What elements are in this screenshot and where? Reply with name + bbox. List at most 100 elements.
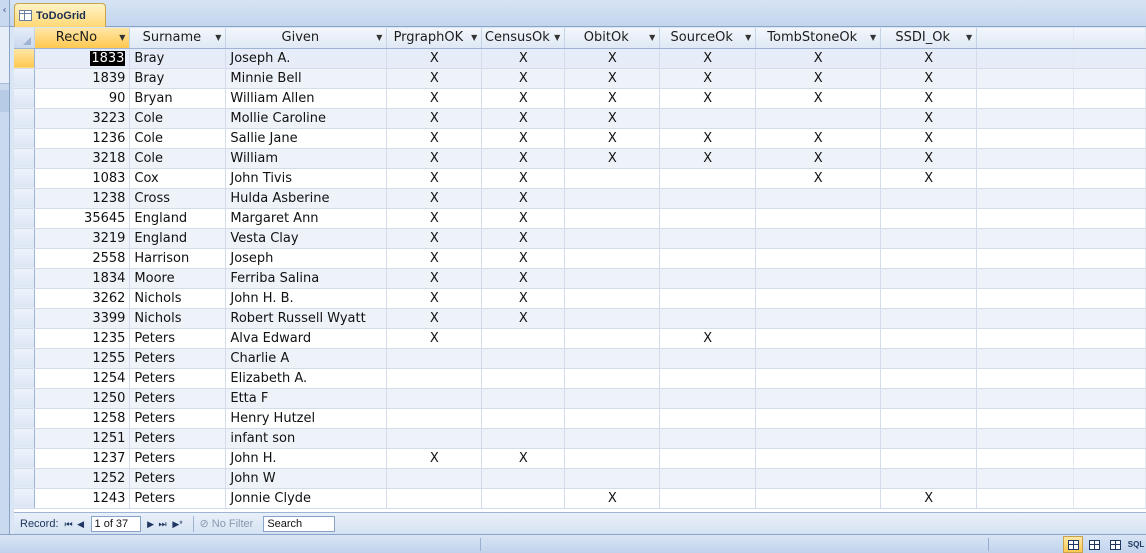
cell-ssdi[interactable]: X [880,128,978,149]
cell-ssdi[interactable] [880,468,978,489]
table-row[interactable]: 3399 Nichols Robert Russell Wyatt X X [14,308,1146,329]
column-header-obit[interactable]: ObitOk ▼ [564,28,661,49]
cell-surname[interactable]: Nichols [129,288,227,309]
cell-census[interactable] [481,328,566,349]
chevron-down-icon[interactable]: ▼ [215,30,221,46]
cell-surname[interactable]: Peters [129,468,227,489]
cell-given[interactable]: Vesta Clay [225,228,388,249]
cell-prgraph[interactable] [386,388,483,409]
cell-recno[interactable]: 1833 [34,48,131,69]
cell-ssdi[interactable] [880,228,978,249]
record-selector[interactable] [14,328,36,349]
cell-ssdi[interactable] [880,248,978,269]
record-selector[interactable] [14,348,36,369]
cell-obit[interactable] [564,328,661,349]
record-selector[interactable] [14,368,36,389]
cell-surname[interactable]: Peters [129,348,227,369]
cell-surname[interactable]: Peters [129,488,227,509]
cell-prgraph[interactable]: X [386,128,483,149]
cell-source[interactable] [659,428,757,449]
cell-surname[interactable]: Bray [129,68,227,89]
cell-prgraph[interactable] [386,368,483,389]
record-selector[interactable] [14,68,36,89]
cell-tomb[interactable] [755,408,882,429]
table-row[interactable]: 1235 Peters Alva Edward X X [14,328,1146,349]
cell-recno[interactable]: 3218 [34,148,131,169]
cell-given[interactable]: John H. B. [225,288,388,309]
cell-source[interactable] [659,188,757,209]
chevron-down-icon[interactable]: ▼ [745,30,751,46]
table-row[interactable]: 1083 Cox John Tivis X X X X [14,168,1146,189]
cell-tomb[interactable] [755,368,882,389]
record-selector[interactable] [14,148,36,169]
chevron-down-icon[interactable]: ▼ [119,30,125,46]
cell-source[interactable]: X [659,88,757,109]
cell-tomb[interactable] [755,268,882,289]
cell-prgraph[interactable]: X [386,328,483,349]
chevron-down-icon[interactable]: ▼ [471,30,477,46]
cell-given[interactable]: Henry Hutzel [225,408,388,429]
table-row[interactable]: 1236 Cole Sallie Jane X X X X X X [14,128,1146,149]
cell-recno[interactable]: 1237 [34,448,131,469]
cell-surname[interactable]: Bryan [129,88,227,109]
cell-given[interactable]: William [225,148,388,169]
cell-tomb[interactable]: X [755,68,882,89]
cell-source[interactable] [659,308,757,329]
cell-surname[interactable]: Peters [129,428,227,449]
cell-given[interactable]: Elizabeth A. [225,368,388,389]
cell-obit[interactable]: X [564,128,661,149]
cell-ssdi[interactable] [880,368,978,389]
table-row[interactable]: 1250 Peters Etta F [14,388,1146,409]
cell-source[interactable] [659,268,757,289]
cell-recno[interactable]: 1250 [34,388,131,409]
table-row[interactable]: 35645 England Margaret Ann X X [14,208,1146,229]
cell-ssdi[interactable]: X [880,68,978,89]
cell-surname[interactable]: England [129,228,227,249]
cell-tomb[interactable] [755,288,882,309]
cell-surname[interactable]: Peters [129,368,227,389]
cell-ssdi[interactable]: X [880,48,978,69]
cell-tomb[interactable] [755,248,882,269]
cell-census[interactable]: X [481,188,566,209]
cell-obit[interactable] [564,448,661,469]
first-record-button[interactable]: ⏮ [63,516,75,532]
table-row[interactable]: 3262 Nichols John H. B. X X [14,288,1146,309]
cell-source[interactable]: X [659,68,757,89]
cell-given[interactable]: John W [225,468,388,489]
cell-census[interactable] [481,468,566,489]
record-selector[interactable] [14,488,36,509]
table-row[interactable]: 1243 Peters Jonnie Clyde X X [14,488,1146,509]
cell-ssdi[interactable] [880,188,978,209]
chevron-down-icon[interactable]: ▼ [376,30,382,46]
cell-obit[interactable]: X [564,88,661,109]
record-selector[interactable] [14,388,36,409]
cell-tomb[interactable]: X [755,48,882,69]
cell-obit[interactable] [564,268,661,289]
record-selector[interactable] [14,88,36,109]
search-input[interactable]: Search [263,515,336,532]
new-record-button[interactable]: ▶* [169,516,187,532]
cell-source[interactable] [659,388,757,409]
table-row[interactable]: 1254 Peters Elizabeth A. [14,368,1146,389]
cell-obit[interactable] [564,228,661,249]
cell-prgraph[interactable] [386,348,483,369]
cell-source[interactable]: X [659,48,757,69]
cell-tomb[interactable] [755,208,882,229]
record-selector[interactable] [14,248,36,269]
cell-recno[interactable]: 1243 [34,488,131,509]
record-selector[interactable] [14,168,36,189]
previous-record-button[interactable]: ◀ [75,516,87,532]
cell-source[interactable] [659,288,757,309]
cell-given[interactable]: John Tivis [225,168,388,189]
cell-obit[interactable] [564,248,661,269]
cell-ssdi[interactable] [880,268,978,289]
cell-obit[interactable]: X [564,148,661,169]
cell-given[interactable]: Mollie Caroline [225,108,388,129]
cell-recno[interactable]: 1839 [34,68,131,89]
cell-prgraph[interactable]: X [386,48,483,69]
column-header-source[interactable]: SourceOk ▼ [659,28,757,49]
cell-obit[interactable] [564,408,661,429]
cell-prgraph[interactable]: X [386,108,483,129]
cell-census[interactable]: X [481,448,566,469]
cell-census[interactable] [481,368,566,389]
